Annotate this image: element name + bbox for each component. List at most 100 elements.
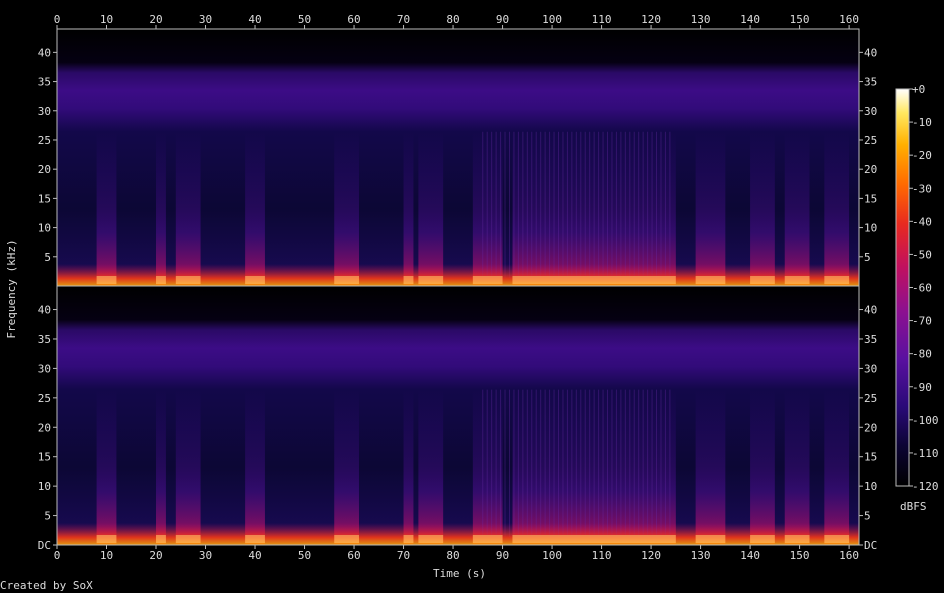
colorbar-unit-label: dBFS (900, 500, 927, 513)
low-frequency-peak (175, 535, 201, 543)
channel-panel: 5 10 15 20 25 30 35 40 5 10 15 20 25 30 35 40 (38, 28, 877, 287)
x-tick-label-bottom: 150 (790, 549, 810, 562)
low-frequency-peak (472, 535, 503, 543)
y-tick-label: 15 (38, 192, 51, 205)
low-frequency-peak (334, 276, 359, 284)
y-tick-label: 25 (38, 392, 51, 405)
activity-band (750, 131, 775, 286)
low-frequency-peak (245, 276, 265, 284)
x-tick-label-top: 120 (641, 13, 661, 26)
colorbar-tick-label: -20 (912, 149, 932, 162)
low-frequency-peak (512, 276, 676, 284)
x-tick-label-bottom: 50 (298, 549, 311, 562)
low-frequency-peak (403, 276, 414, 284)
activity-band (418, 131, 444, 286)
y-tick-label-right: 20 (864, 421, 877, 434)
y-tick-label: 40 (38, 46, 51, 59)
activity-band (245, 131, 265, 286)
activity-band (156, 131, 166, 286)
low-frequency-peak (418, 535, 444, 543)
x-tick-label-bottom: 100 (542, 549, 562, 562)
y-tick-label: 15 (38, 451, 51, 464)
activity-band (175, 389, 201, 545)
x-tick-label-bottom: 130 (691, 549, 711, 562)
y-tick-label-right: 10 (864, 222, 877, 235)
x-tick-label-bottom: 80 (446, 549, 459, 562)
activity-band (784, 389, 810, 545)
low-frequency-peak (245, 535, 265, 543)
low-frequency-peak (695, 535, 726, 543)
activity-band (695, 389, 726, 545)
y-tick-label-right: 30 (864, 105, 877, 118)
y-tick-label-right: 15 (864, 192, 877, 205)
y-tick-label: 30 (38, 362, 51, 375)
y-tick-label: 40 (38, 304, 51, 317)
x-tick-label-top: 150 (790, 13, 810, 26)
colorbar-tick-label: -70 (912, 315, 932, 328)
y-tick-label-right: 25 (864, 134, 877, 147)
colorbar-tick-label: -60 (912, 282, 932, 295)
colorbar-tick-label: -110 (912, 447, 939, 460)
y-tick-label-right: 10 (864, 480, 877, 493)
x-tick-label-bottom: 120 (641, 549, 661, 562)
low-frequency-peak (824, 535, 850, 543)
y-tick-label: 5 (44, 510, 51, 523)
y-tick-label: 30 (38, 105, 51, 118)
low-frequency-peak (96, 276, 117, 284)
y-tick-label-right: 35 (864, 333, 877, 346)
x-tick-label-top: 100 (542, 13, 562, 26)
low-frequency-peak (824, 276, 850, 284)
low-frequency-peak (512, 535, 676, 543)
y-tick-label: 35 (38, 333, 51, 346)
activity-band (418, 389, 444, 545)
x-tick-label-top: 60 (347, 13, 360, 26)
x-tick-label-bottom: 70 (397, 549, 410, 562)
y-tick-label-right: 20 (864, 163, 877, 176)
low-frequency-peak (750, 535, 775, 543)
x-tick-label-top: 140 (740, 13, 760, 26)
x-tick-label-bottom: 10 (100, 549, 113, 562)
y-tick-label-right: 40 (864, 46, 877, 59)
y-tick-label-right: DC (864, 539, 877, 552)
x-tick-label-top: 40 (248, 13, 261, 26)
y-tick-label: 5 (44, 251, 51, 264)
y-tick-label-right: 15 (864, 451, 877, 464)
x-tick-label-bottom: 0 (54, 549, 61, 562)
x-tick-label-bottom: 110 (592, 549, 612, 562)
spectrogram-chart: 5 10 15 20 25 30 35 40 5 10 15 20 25 30 35 40 DC 5 10 15 20 2… (38, 13, 939, 562)
x-tick-label-top: 80 (446, 13, 459, 26)
colorbar-tick-label: -50 (912, 248, 932, 261)
low-frequency-peak (695, 276, 726, 284)
x-tick-label-bottom: 30 (199, 549, 212, 562)
activity-band (245, 389, 265, 545)
y-tick-label: 35 (38, 76, 51, 89)
colorbar-tick-label: -10 (912, 116, 932, 129)
x-tick-label-top: 20 (149, 13, 162, 26)
channel-panel: DC 5 10 15 20 25 30 35 40 DC 5 10 15 20 25 30 35 40 (38, 285, 877, 552)
y-tick-label: 20 (38, 421, 51, 434)
y-tick-label-right: 25 (864, 392, 877, 405)
x-tick-label-top: 10 (100, 13, 113, 26)
x-tick-label-bottom: 20 (149, 549, 162, 562)
y-tick-label: DC (38, 539, 51, 552)
activity-band (403, 131, 414, 286)
activity-band (175, 131, 201, 286)
activity-band (96, 389, 117, 545)
activity-band (334, 131, 359, 286)
activity-band (156, 389, 166, 545)
low-frequency-peak (334, 535, 359, 543)
y-tick-label-right: 5 (864, 510, 871, 523)
low-frequency-peak (750, 276, 775, 284)
x-tick-label-top: 0 (54, 13, 61, 26)
activity-band (784, 131, 810, 286)
activity-band (334, 389, 359, 545)
activity-band (96, 131, 117, 286)
y-tick-label-right: 5 (864, 251, 871, 264)
colorbar-gradient (895, 88, 910, 487)
x-tick-label-bottom: 140 (740, 549, 760, 562)
activity-band (750, 389, 775, 545)
x-tick-label-bottom: 40 (248, 549, 261, 562)
x-tick-label-top: 30 (199, 13, 212, 26)
x-tick-label-top: 160 (839, 13, 859, 26)
colorbar-tick-label: +0 (912, 83, 925, 96)
